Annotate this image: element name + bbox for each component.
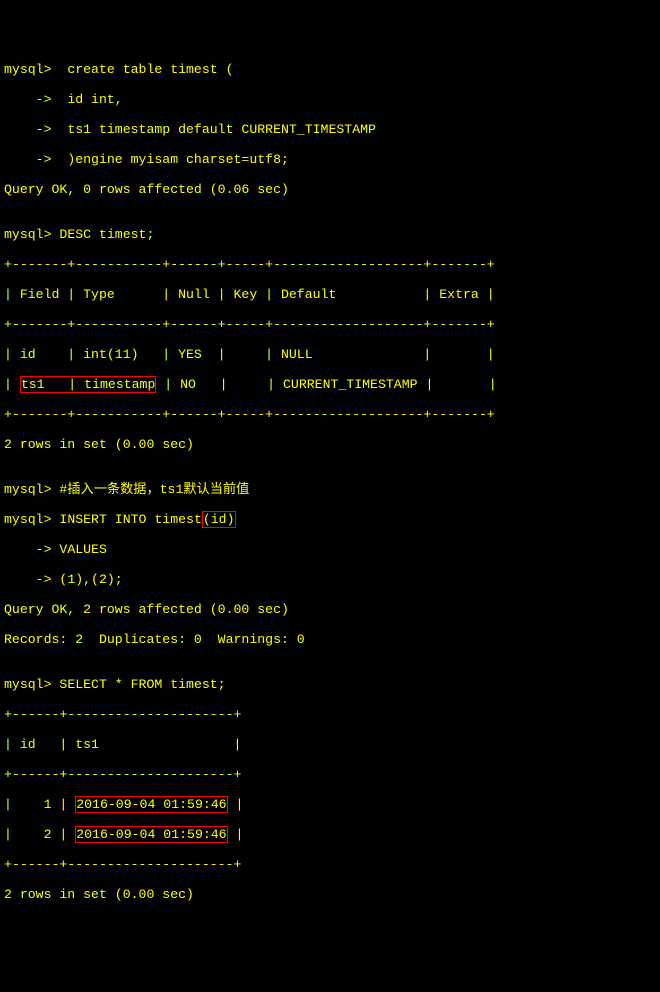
mysql-prompt: mysql> (4, 512, 59, 527)
query-result: Query OK, 2 rows affected (0.00 sec) (4, 602, 656, 617)
mysql-prompt: mysql> (4, 677, 59, 692)
highlight-timestamp-value: 2016-09-04 01:59:46 (75, 826, 227, 843)
continuation-line: -> )engine myisam charset=utf8; (4, 152, 656, 167)
prompt-line: mysql> SELECT * FROM timest; (4, 677, 656, 692)
sql-values-list: (1),(2); (59, 572, 122, 587)
continuation-prompt: -> (4, 92, 67, 107)
table-header-row: | Field | Type | Null | Key | Default | … (4, 287, 656, 302)
continuation-line: -> (1),(2); (4, 572, 656, 587)
table-border: +------+---------------------+ (4, 707, 656, 722)
sql-create-table: create table timest ( (67, 62, 233, 77)
sql-desc: DESC timest; (59, 227, 154, 242)
table-data-row: | 1 | 2016-09-04 01:59:46 | (4, 797, 656, 812)
prompt-line: mysql> DESC timest; (4, 227, 656, 242)
continuation-prompt: -> (4, 152, 67, 167)
table-header-row: | id | ts1 | (4, 737, 656, 752)
sql-values-keyword: VALUES (59, 542, 106, 557)
sql-column-def: ts1 timestamp default CURRENT_TIMESTAMP (67, 122, 376, 137)
continuation-line: -> ts1 timestamp default CURRENT_TIMESTA… (4, 122, 656, 137)
table-border: +------+---------------------+ (4, 767, 656, 782)
continuation-prompt: -> (4, 542, 59, 557)
table-border: +-------+-----------+------+-----+------… (4, 407, 656, 422)
mysql-prompt: mysql> (4, 227, 59, 242)
prompt-line: mysql> #插入一条数据，ts1默认当前值 (4, 482, 656, 497)
sql-engine-clause: )engine myisam charset=utf8; (67, 152, 289, 167)
highlight-id-column: (id) (202, 511, 236, 528)
prompt-line: mysql> INSERT INTO timest(id) (4, 512, 656, 527)
sql-insert: INSERT INTO timest (59, 512, 201, 527)
continuation-prompt: -> (4, 122, 67, 137)
sql-column-def: id int, (67, 92, 122, 107)
prompt-line: mysql> create table timest ( (4, 62, 656, 77)
continuation-prompt: -> (4, 572, 59, 587)
table-border: +-------+-----------+------+-----+------… (4, 257, 656, 272)
rows-result: 2 rows in set (0.00 sec) (4, 887, 656, 902)
continuation-line: -> VALUES (4, 542, 656, 557)
highlight-timestamp-value: 2016-09-04 01:59:46 (75, 796, 227, 813)
sql-select: SELECT * FROM timest; (59, 677, 225, 692)
continuation-line: -> id int, (4, 92, 656, 107)
highlight-ts1-column: ts1 | timestamp (20, 376, 157, 393)
table-data-row: | ts1 | timestamp | NO | | CURRENT_TIMES… (4, 377, 656, 392)
table-data-row: | id | int(11) | YES | | NULL | | (4, 347, 656, 362)
records-result: Records: 2 Duplicates: 0 Warnings: 0 (4, 632, 656, 647)
table-border: +-------+-----------+------+-----+------… (4, 317, 656, 332)
rows-result: 2 rows in set (0.00 sec) (4, 437, 656, 452)
query-result: Query OK, 0 rows affected (0.06 sec) (4, 182, 656, 197)
mysql-prompt: mysql> (4, 482, 59, 497)
mysql-prompt: mysql> (4, 62, 67, 77)
sql-comment: #插入一条数据，ts1默认当前值 (59, 482, 249, 497)
table-border: +------+---------------------+ (4, 857, 656, 872)
table-data-row: | 2 | 2016-09-04 01:59:46 | (4, 827, 656, 842)
